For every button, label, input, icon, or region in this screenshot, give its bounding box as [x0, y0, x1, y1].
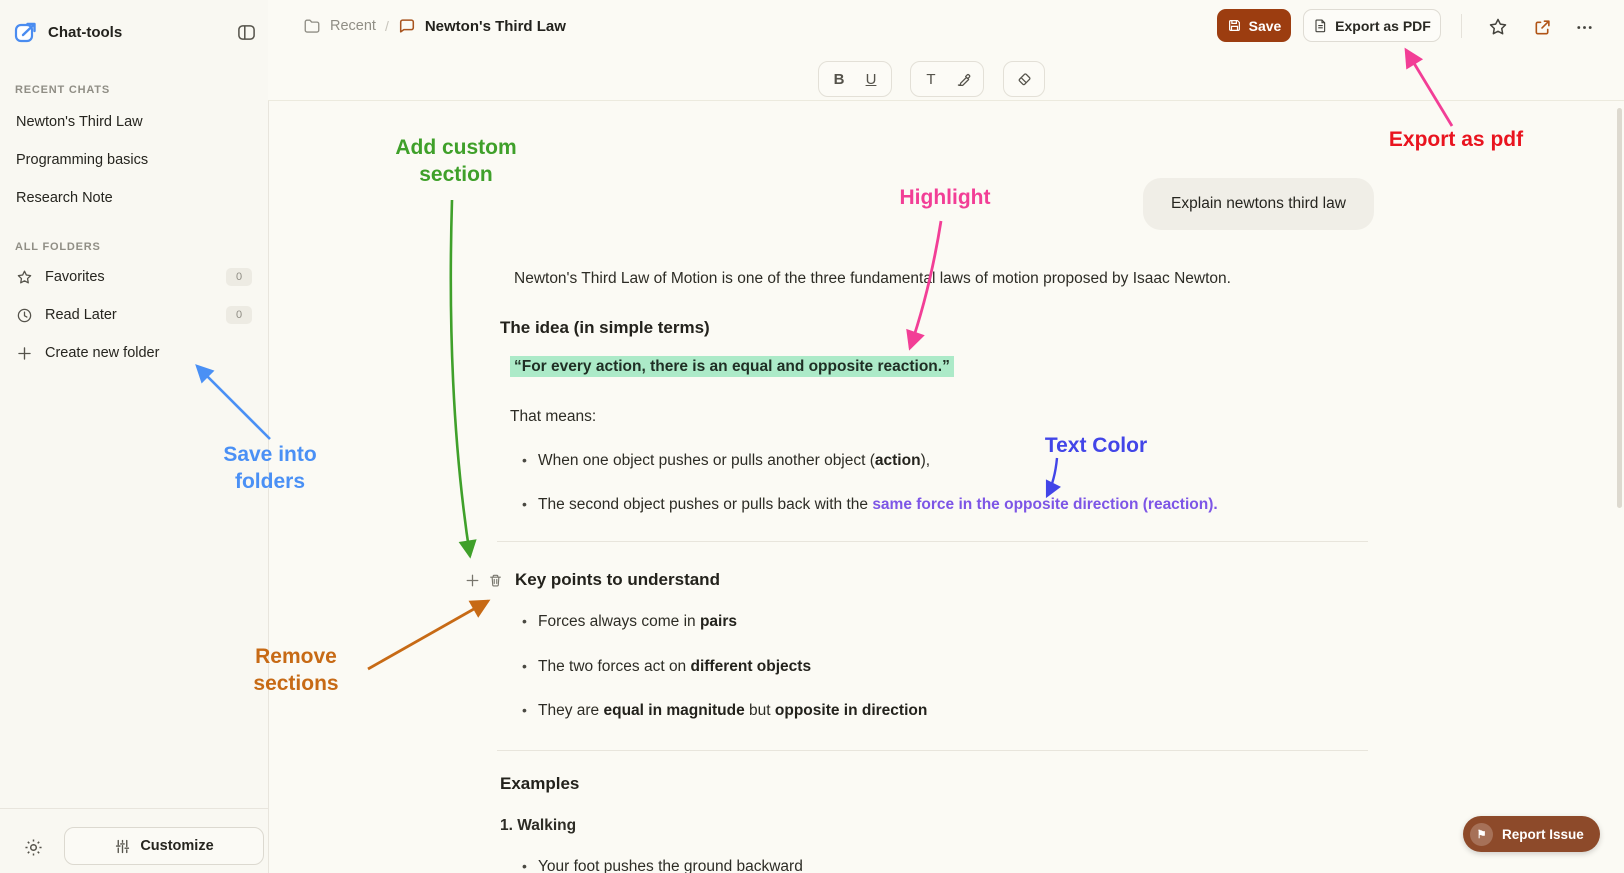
green-highlight: “For every action, there is an equal and… [510, 356, 954, 377]
underline-button[interactable]: U [858, 66, 884, 92]
colored-text: same force in the opposite direction (re… [872, 496, 1218, 513]
highlighter-button[interactable] [950, 66, 976, 92]
report-issue-button[interactable]: ⚑ Report Issue [1463, 816, 1600, 852]
export-as-pdf-button[interactable]: Export as PDF [1303, 9, 1441, 42]
sidebar-item-research-note[interactable]: Research Note [10, 184, 258, 212]
annotation-remove-sections: Remove sections [253, 645, 339, 695]
app-logo-icon [14, 20, 39, 45]
sidebar-footer-divider [0, 808, 268, 809]
recent-chats-heading: RECENT CHATS [15, 84, 110, 96]
remove-sections-arrow [367, 599, 491, 671]
annotation-highlight: Highlight [899, 186, 991, 209]
app-window: Chat-tools RECENT CHATS Newton's Third L… [0, 0, 1624, 873]
plus-icon [16, 345, 33, 362]
folder-count-badge: 0 [226, 306, 252, 324]
all-folders-heading: ALL FOLDERS [15, 241, 101, 253]
folder-icon [303, 17, 321, 35]
toolbar-group-color: T [910, 61, 984, 97]
chat-bubble-icon [398, 17, 416, 35]
idea-heading: The idea (in simple terms) [500, 318, 710, 337]
highlighted-quote: “For every action, there is an equal and… [510, 356, 954, 377]
star-icon [16, 269, 33, 286]
key-points-section-header: Key points to understand [465, 570, 720, 590]
bullet-dot: • [522, 658, 527, 674]
more-options-icon[interactable] [1572, 15, 1596, 39]
trash-icon[interactable] [488, 573, 503, 588]
settings-gear-icon[interactable] [23, 837, 44, 858]
save-button[interactable]: Save [1217, 9, 1291, 42]
bullet-dot: • [522, 702, 527, 718]
bullet-dot: • [522, 496, 527, 512]
open-external-icon[interactable] [1530, 15, 1554, 39]
sliders-icon [114, 838, 131, 855]
user-chat-message: Explain newtons third law [1143, 178, 1374, 230]
text-color-arrow [1045, 457, 1061, 499]
annotation-text-color: Text Color [1044, 434, 1148, 457]
that-means-paragraph: That means: [510, 408, 597, 425]
examples-heading: Examples [500, 774, 580, 793]
scrollbar-thumb[interactable] [1617, 108, 1622, 508]
toolbar-group-text-style: B U [818, 61, 892, 97]
add-section-arrow [449, 199, 477, 559]
annotation-save-into-folders: Save into folders [223, 443, 317, 493]
sidebar-header: Chat-tools [14, 17, 256, 47]
bullet-dot: • [522, 613, 527, 629]
toolbar-group-eraser [1003, 61, 1045, 97]
customize-button[interactable]: Customize [64, 827, 264, 865]
list-item: • When one object pushes or pulls anothe… [522, 452, 931, 469]
floppy-icon [1227, 18, 1242, 33]
breadcrumb-separator: / [384, 18, 389, 34]
breadcrumb-parent[interactable]: Recent [330, 18, 376, 34]
breadcrumb-current: Newton's Third Law [424, 17, 566, 35]
sidebar: Chat-tools RECENT CHATS Newton's Third L… [0, 0, 269, 873]
folder-count-badge: 0 [226, 268, 252, 286]
eraser-button[interactable] [1011, 66, 1037, 92]
sidebar-item-programming-basics[interactable]: Programming basics [10, 146, 258, 174]
section-divider [497, 750, 1368, 751]
list-item: • Your foot pushes the ground backward [522, 858, 803, 873]
annotation-add-custom-section: Add custom section [395, 136, 517, 186]
breadcrumb: Recent / Newton's Third Law [303, 12, 566, 40]
bullet-dot: • [522, 452, 527, 468]
list-item: • The second object pushes or pulls back… [522, 496, 1218, 513]
create-new-folder-button[interactable]: Create new folder [10, 339, 258, 367]
header-divider [1461, 14, 1462, 38]
walking-heading: 1. Walking [500, 817, 577, 834]
intro-paragraph: Newton's Third Law of Motion is one of t… [514, 270, 1231, 287]
sidebar-item-newtons-third-law[interactable]: Newton's Third Law [10, 108, 258, 136]
add-section-icon[interactable] [465, 573, 480, 588]
bold-button[interactable]: B [826, 66, 852, 92]
key-points-heading: Key points to understand [515, 570, 720, 589]
app-title: Chat-tools [48, 23, 123, 41]
clock-icon [16, 307, 33, 324]
text-color-button[interactable]: T [918, 66, 944, 92]
list-item: • Forces always come in pairs [522, 613, 738, 630]
annotation-export-as-pdf: Export as pdf [1388, 128, 1524, 151]
document-icon [1313, 18, 1328, 33]
list-item: • They are equal in magnitude but opposi… [522, 702, 928, 719]
bullet-dot: • [522, 858, 527, 873]
folder-read-later[interactable]: Read Later 0 [10, 301, 258, 329]
folder-favorites[interactable]: Favorites 0 [10, 263, 258, 291]
list-item: • The two forces act on different object… [522, 658, 812, 675]
favorite-star-icon[interactable] [1486, 15, 1510, 39]
collapse-sidebar-icon[interactable] [237, 23, 256, 42]
flag-icon: ⚑ [1470, 822, 1493, 846]
section-divider [497, 541, 1368, 542]
